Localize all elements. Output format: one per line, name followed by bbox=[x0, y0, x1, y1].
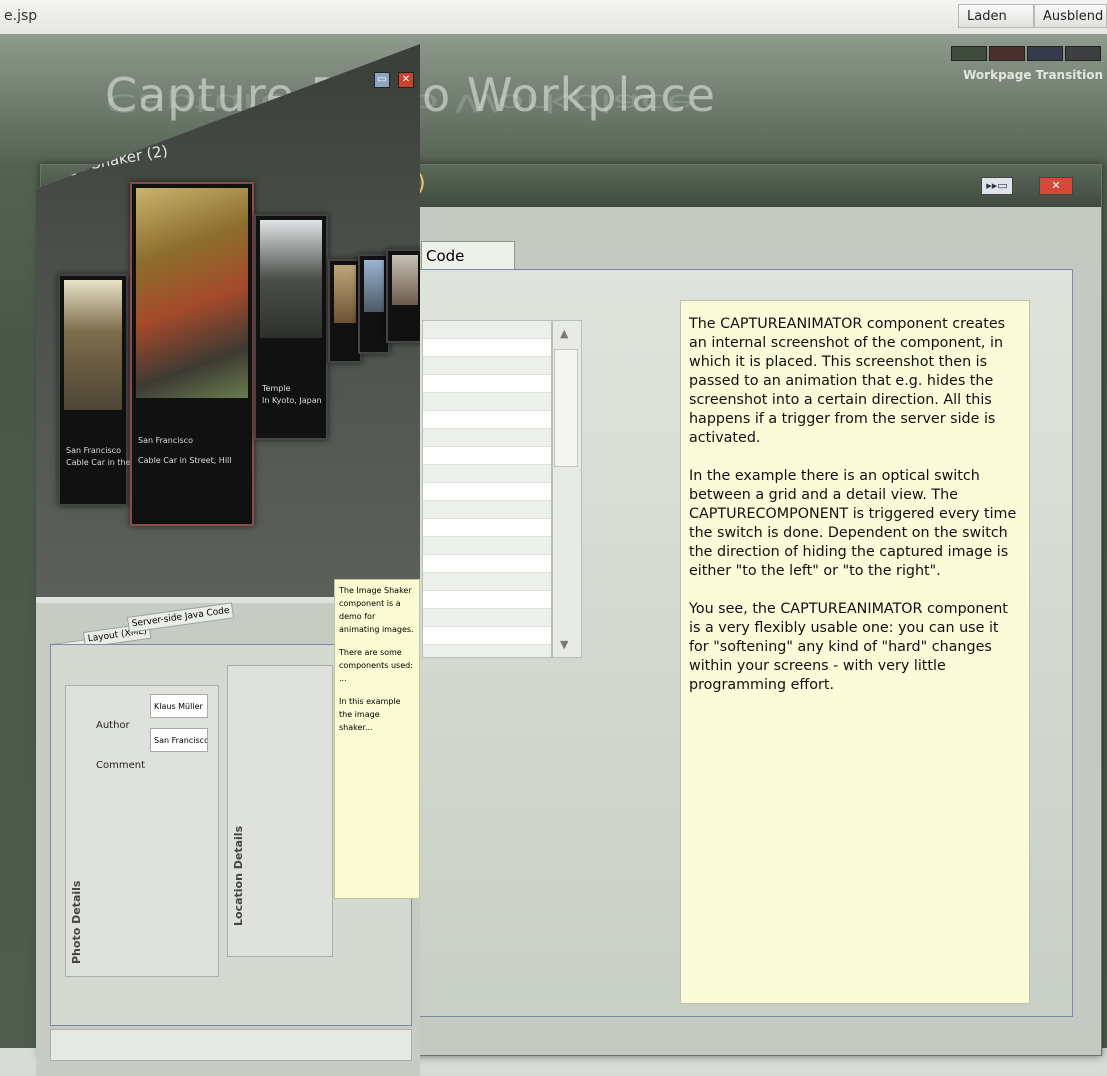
close-button[interactable]: ✕ bbox=[1039, 177, 1073, 195]
photo-image bbox=[392, 255, 418, 305]
shaker-description-box: The Image Shaker component is a demo for… bbox=[334, 579, 420, 899]
shaker-description-paragraph: The Image Shaker component is a demo for… bbox=[339, 586, 414, 634]
shaker-description-paragraph: There are some components used: ... bbox=[339, 648, 413, 683]
author-field[interactable]: Klaus Müller bbox=[150, 694, 208, 718]
horizontal-scrollbar[interactable] bbox=[50, 1029, 412, 1061]
photo-card[interactable]: San Francisco Cable Car in the City bbox=[58, 274, 149, 506]
photo-card[interactable]: Temple In Kyoto, Japan bbox=[254, 214, 328, 440]
photo-caption: Temple bbox=[262, 384, 291, 393]
workplace-background: Capture Demo Workplace Capture Demo Work… bbox=[0, 34, 1107, 1076]
photo-caption: San Francisco bbox=[138, 436, 193, 445]
shaker-description-paragraph: In this example the image shaker... bbox=[339, 697, 401, 732]
grid-scrollbar[interactable]: ▲ ▼ bbox=[552, 320, 582, 658]
photo-image bbox=[136, 188, 248, 398]
scroll-thumb[interactable] bbox=[554, 349, 578, 467]
table-row[interactable] bbox=[423, 393, 551, 411]
table-row[interactable] bbox=[423, 429, 551, 447]
table-row[interactable] bbox=[423, 609, 551, 627]
table-row[interactable] bbox=[423, 645, 551, 657]
transition-swatches bbox=[951, 46, 1101, 61]
table-row[interactable] bbox=[423, 573, 551, 591]
description-box: The CAPTUREANIMATOR component creates an… bbox=[680, 300, 1030, 1004]
tab-server-side-code[interactable]: Server-side Java Code bbox=[126, 602, 235, 633]
table-row[interactable] bbox=[423, 447, 551, 465]
transition-swatch[interactable] bbox=[989, 46, 1025, 61]
table-row[interactable] bbox=[423, 627, 551, 645]
table-row[interactable] bbox=[423, 411, 551, 429]
top-bar: e.jsp Laden Ausblend bbox=[0, 0, 1107, 35]
description-paragraph: You see, the CAPTUREANIMATOR component i… bbox=[689, 601, 1008, 693]
photo-details-panel: Photo Details Author Comment Klaus Mülle… bbox=[65, 685, 219, 977]
scroll-down-icon[interactable]: ▼ bbox=[560, 638, 568, 651]
description-paragraph: In the example there is an optical switc… bbox=[689, 468, 1017, 579]
comment-label: Comment bbox=[96, 760, 145, 771]
location-details-panel: Location Details bbox=[227, 665, 333, 957]
capture-animation-panel: ▭ ✕ Image Shaker (2) San Francisco Cable… bbox=[36, 44, 420, 1076]
photo-caption: In Kyoto, Japan bbox=[262, 396, 322, 405]
description-paragraph: The CAPTUREANIMATOR component creates an… bbox=[689, 316, 1006, 446]
scroll-up-icon[interactable]: ▲ bbox=[560, 327, 568, 340]
author-label: Author bbox=[96, 720, 130, 731]
table-row[interactable] bbox=[423, 483, 551, 501]
photo-image bbox=[364, 260, 384, 312]
table-row[interactable] bbox=[423, 555, 551, 573]
grid-list[interactable] bbox=[422, 320, 552, 658]
maximize-button[interactable]: ▸▸▭ bbox=[981, 177, 1013, 195]
table-row[interactable] bbox=[423, 339, 551, 357]
hide-button[interactable]: Ausblend bbox=[1034, 4, 1107, 28]
transition-swatch[interactable] bbox=[1027, 46, 1063, 61]
workpage-transition-label: Workpage Transition bbox=[963, 68, 1103, 82]
photo-details-label: Photo Details bbox=[70, 880, 83, 964]
transition-swatch[interactable] bbox=[1065, 46, 1101, 61]
photo-caption: San Francisco bbox=[66, 446, 121, 455]
table-row[interactable] bbox=[423, 357, 551, 375]
table-row[interactable] bbox=[423, 501, 551, 519]
image-shaker-area: ▭ ✕ Image Shaker (2) San Francisco Cable… bbox=[36, 44, 420, 599]
photo-card[interactable] bbox=[328, 259, 362, 363]
close-icon[interactable]: ✕ bbox=[398, 72, 414, 88]
location-details-label: Location Details bbox=[232, 825, 245, 926]
table-row[interactable] bbox=[423, 537, 551, 555]
table-row[interactable] bbox=[423, 519, 551, 537]
photo-card[interactable] bbox=[386, 249, 420, 343]
photo-card-selected[interactable]: San Francisco Cable Car in Street, Hill bbox=[130, 182, 254, 526]
maximize-icon[interactable]: ▭ bbox=[374, 72, 390, 88]
table-row[interactable] bbox=[423, 375, 551, 393]
file-name: e.jsp bbox=[4, 8, 38, 24]
photo-image bbox=[64, 280, 122, 410]
transition-swatch[interactable] bbox=[951, 46, 987, 61]
photo-image bbox=[260, 220, 322, 338]
table-row[interactable] bbox=[423, 591, 551, 609]
comment-field[interactable]: San Francisco bbox=[150, 728, 208, 752]
photo-caption: Cable Car in Street, Hill bbox=[138, 456, 232, 465]
photo-image bbox=[334, 265, 356, 323]
load-button[interactable]: Laden bbox=[958, 4, 1034, 28]
table-row[interactable] bbox=[423, 321, 551, 339]
tab-code[interactable]: Code bbox=[421, 241, 515, 269]
table-row[interactable] bbox=[423, 465, 551, 483]
